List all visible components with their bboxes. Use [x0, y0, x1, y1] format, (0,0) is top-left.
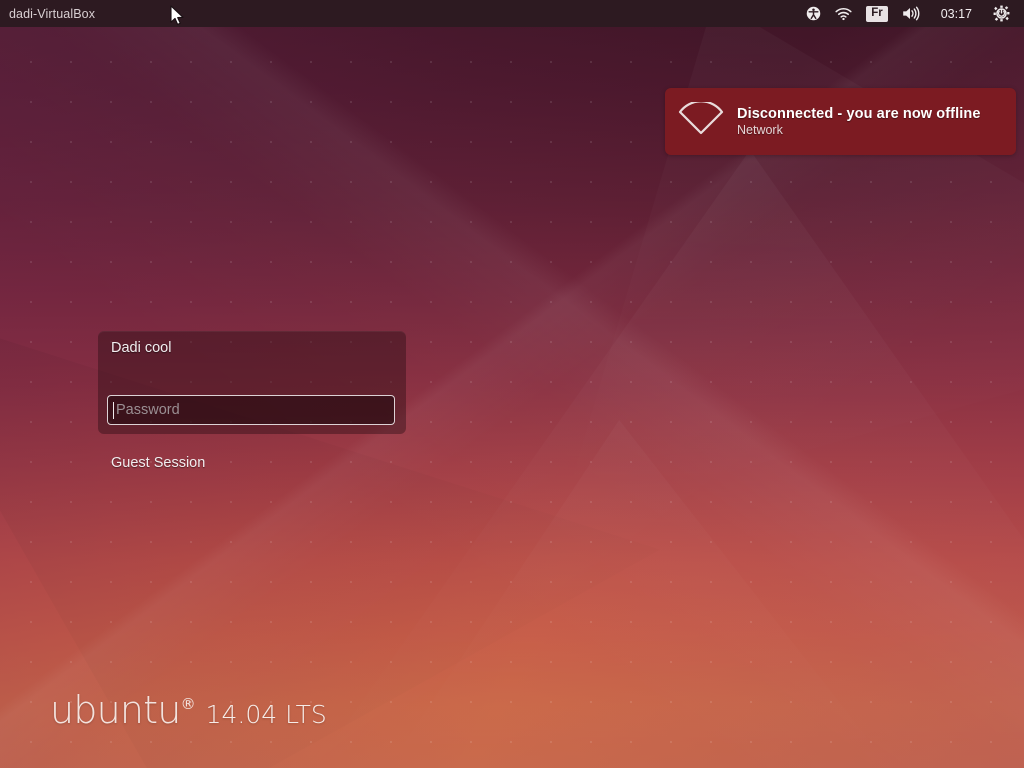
hostname-label: dadi-VirtualBox — [9, 6, 96, 21]
notification-title: Disconnected - you are now offline — [737, 106, 981, 122]
wifi-icon — [835, 7, 852, 21]
registered-trademark-symbol: ® — [180, 695, 196, 713]
clock-label: 03:17 — [940, 6, 972, 21]
keyboard-layout-indicator[interactable]: Fr — [859, 0, 895, 27]
top-panel-left: dadi-VirtualBox — [0, 7, 95, 21]
top-panel-indicators: Fr 03:17 — [799, 0, 1024, 27]
user-name-label: Dadi cool — [111, 340, 172, 356]
text-caret — [113, 401, 114, 419]
clock-indicator[interactable]: 03:17 — [927, 0, 986, 27]
notification-text: Disconnected - you are now offline Netwo… — [737, 106, 981, 137]
network-indicator[interactable] — [828, 0, 859, 27]
wifi-disconnected-icon — [677, 100, 725, 141]
session-indicator[interactable] — [986, 0, 1017, 27]
ubuntu-branding: ubuntu ® 14.04 LTS — [50, 688, 327, 732]
volume-indicator[interactable] — [895, 0, 927, 27]
login-panel[interactable]: Dadi cool Password — [98, 331, 406, 434]
accessibility-icon — [806, 6, 821, 21]
password-placeholder: Password — [116, 401, 180, 418]
mouse-cursor — [170, 5, 186, 32]
notification-icon-area — [665, 100, 737, 141]
gear-icon — [993, 5, 1010, 22]
keyboard-layout-label: Fr — [866, 5, 888, 22]
notification-subtitle: Network — [737, 123, 783, 137]
ubuntu-wordmark: ubuntu — [50, 688, 181, 732]
volume-icon — [902, 6, 920, 21]
network-notification[interactable]: Disconnected - you are now offline Netwo… — [665, 88, 1016, 155]
login-screen: dadi-VirtualBox Fr 03:17 Disconnected - … — [0, 0, 1024, 768]
guest-session-option[interactable]: Guest Session — [111, 455, 205, 471]
top-panel: dadi-VirtualBox Fr 03:17 — [0, 0, 1024, 27]
accessibility-indicator[interactable] — [799, 0, 828, 27]
password-input[interactable]: Password — [107, 395, 395, 425]
ubuntu-version-label: 14.04 LTS — [205, 700, 327, 729]
